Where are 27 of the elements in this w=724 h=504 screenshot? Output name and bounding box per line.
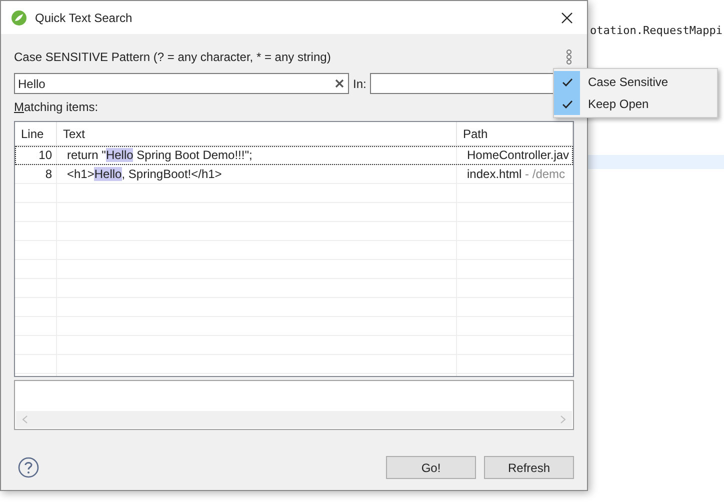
- search-field[interactable]: Hello: [14, 73, 349, 94]
- menu-item[interactable]: Keep Open: [554, 93, 717, 115]
- line-number: 10: [15, 146, 57, 164]
- code-line: otation.RequestMappi: [590, 23, 722, 39]
- dialog-button[interactable]: Go!: [386, 456, 476, 479]
- help-icon[interactable]: [18, 457, 39, 478]
- close-icon: [561, 12, 573, 24]
- column-header[interactable]: Path: [457, 122, 573, 145]
- path-text: HomeController.jav: [466, 147, 570, 164]
- match-text: <h1>Hello, SpringBoot!</h1>: [57, 165, 457, 183]
- window-title: Quick Text Search: [35, 10, 134, 26]
- path-text: index.html - /demc: [466, 166, 566, 183]
- leaf-logo-icon: [11, 10, 27, 26]
- menu-item[interactable]: Case Sensitive: [554, 71, 717, 93]
- result-row[interactable]: 8 <h1>Hello, SpringBoot!</h1> index.html - /demc: [15, 165, 573, 184]
- column-header[interactable]: Text: [57, 122, 457, 145]
- matching-items-label: Matching items:: [14, 99, 100, 116]
- column-header[interactable]: Line: [15, 122, 57, 145]
- menu-button[interactable]: [566, 49, 572, 65]
- clear-icon[interactable]: [335, 79, 344, 88]
- match-text: return "Hello Spring Boot Demo!!!";: [57, 146, 457, 164]
- pattern-label: Case SENSITIVE Pattern (? = any character, * = any string): [14, 49, 331, 66]
- result-row[interactable]: 10 return "Hello Spring Boot Demo!!!"; HomeController.jav: [15, 146, 573, 165]
- in-label: In:: [353, 76, 366, 92]
- vertical-dots-icon: [566, 49, 572, 65]
- line-number: 8: [15, 165, 57, 183]
- dialog-button[interactable]: Refresh: [484, 456, 574, 479]
